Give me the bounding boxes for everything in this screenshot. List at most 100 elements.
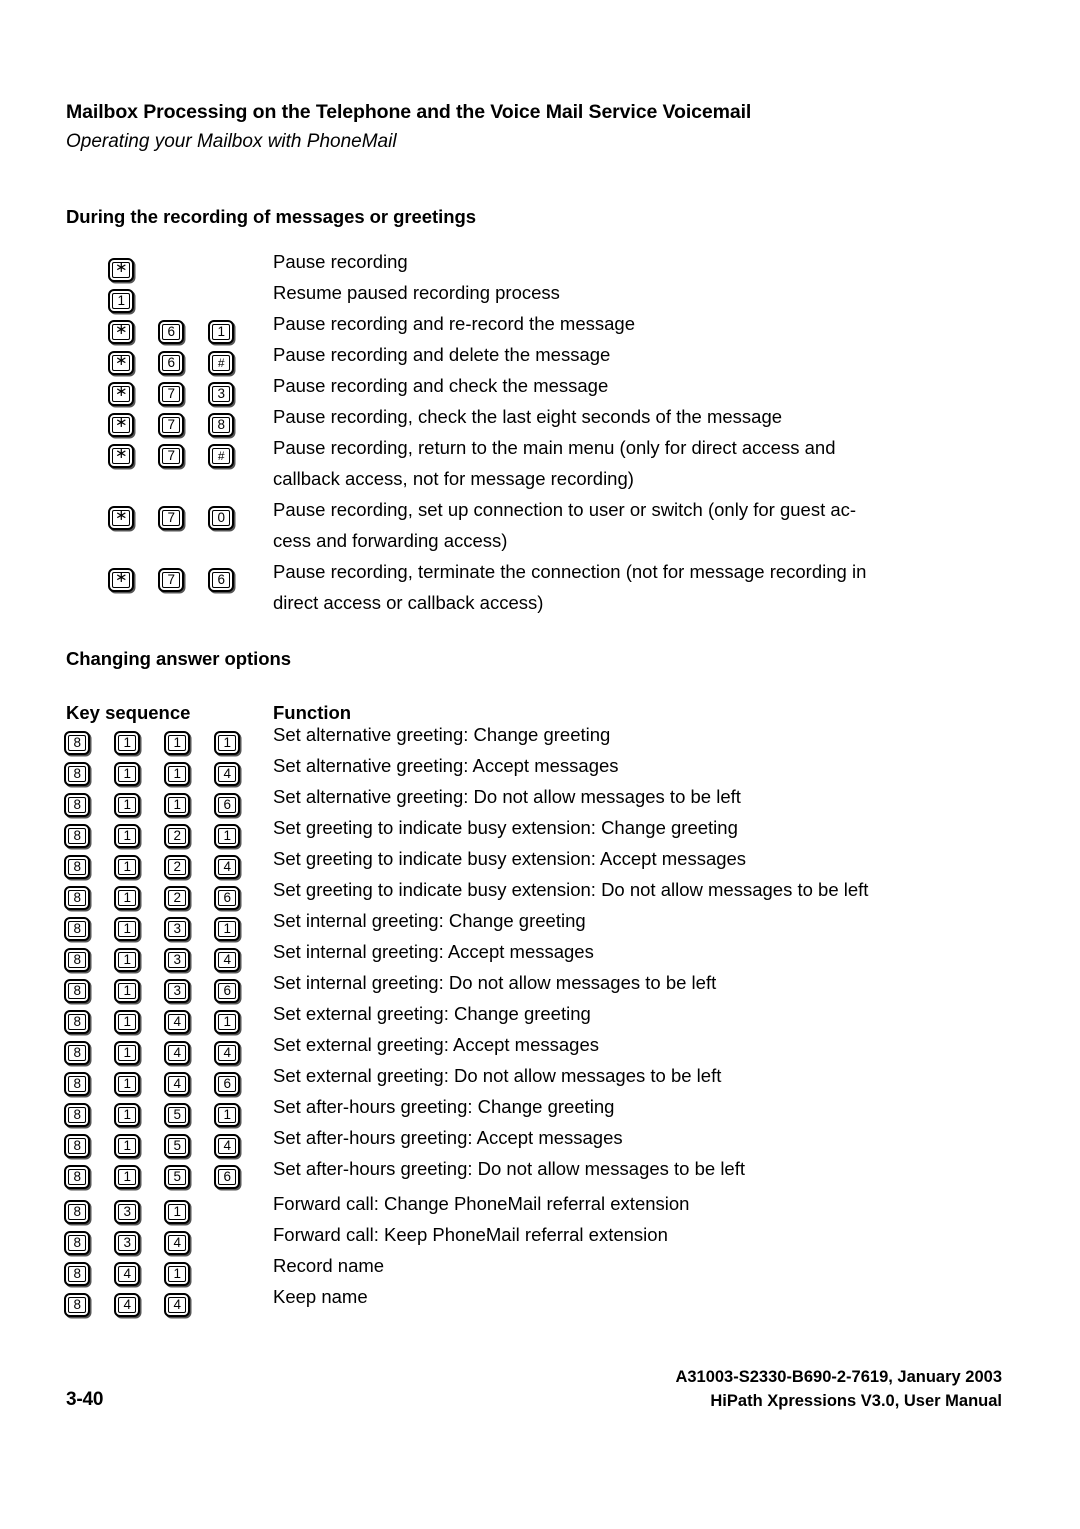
key-5-icon: 5 [164,1134,190,1158]
page-header-subtitle: Operating your Mailbox with PhoneMail [66,131,397,152]
table-row-function: Set internal greeting: Change greeting [273,910,586,931]
key-glyph: 8 [68,859,86,875]
key-star-icon: ∗ [108,413,134,437]
key-6-icon: 6 [158,320,184,344]
key-glyph: 2 [168,828,186,844]
key-glyph: 7 [162,448,180,464]
key-glyph: 1 [118,1045,136,1061]
key-1-icon: 1 [214,1103,240,1127]
key-8-icon: 8 [64,1134,90,1158]
key-glyph: 0 [212,510,230,526]
key-glyph: 1 [118,1169,136,1185]
key-1-icon: 1 [164,1200,190,1224]
key-1-icon: 1 [214,731,240,755]
key-8-icon: 8 [64,1262,90,1286]
key-glyph: 3 [118,1204,136,1220]
recording-row-description: Pause recording and re-record the messag… [273,313,635,334]
key-glyph: 8 [68,1014,86,1030]
key-glyph: 1 [218,1014,236,1030]
key-glyph: 1 [118,828,136,844]
key-glyph: 7 [162,510,180,526]
table-row-function: Set after-hours greeting: Change greetin… [273,1096,615,1117]
key-1-icon: 1 [114,855,140,879]
key-7-icon: 7 [158,568,184,592]
key-1-icon: 1 [164,793,190,817]
key-8-icon: 8 [64,824,90,848]
key-1-icon: 1 [164,1262,190,1286]
key-1-icon: 1 [114,1165,140,1189]
key-5-icon: 5 [164,1165,190,1189]
key-3-icon: 3 [114,1200,140,1224]
key-glyph: 4 [168,1045,186,1061]
key-glyph: 8 [68,1235,86,1251]
key-glyph: 4 [218,859,236,875]
key-glyph: # [212,355,230,371]
key-6-icon: 6 [214,979,240,1003]
key-glyph: 8 [68,1138,86,1154]
key-8-icon: 8 [64,1010,90,1034]
key-1-icon: 1 [114,1072,140,1096]
key-glyph: 3 [168,983,186,999]
key-2-icon: 2 [164,886,190,910]
key-glyph: 1 [118,1138,136,1154]
key-glyph: 8 [68,952,86,968]
key-glyph: 8 [212,417,230,433]
key-1-icon: 1 [114,948,140,972]
key-6-icon: 6 [208,568,234,592]
key-glyph: 1 [118,921,136,937]
key-1-icon: 1 [114,793,140,817]
recording-row-description: Pause recording and delete the message [273,344,611,365]
key-3-icon: 3 [164,979,190,1003]
key-2-icon: 2 [164,824,190,848]
key-star-icon: ∗ [108,444,134,468]
key-3-icon: 3 [114,1231,140,1255]
key-glyph: 1 [118,859,136,875]
key-glyph: 1 [112,293,130,309]
key-glyph: 7 [162,417,180,433]
key-glyph: 1 [118,797,136,813]
key-6-icon: 6 [214,1165,240,1189]
key-glyph: 1 [118,735,136,751]
key-glyph: 6 [218,983,236,999]
key-glyph: 1 [118,1014,136,1030]
key-1-icon: 1 [114,762,140,786]
key-1-icon: 1 [164,731,190,755]
document-page: Mailbox Processing on the Telephone and … [0,0,1080,1529]
table-row-function: Set alternative greeting: Accept message… [273,755,619,776]
key-3-icon: 3 [164,917,190,941]
footer-manual-name: HiPath Xpressions V3.0, User Manual [710,1392,1002,1410]
key-glyph: 1 [168,797,186,813]
key-4-icon: 4 [214,762,240,786]
key-6-icon: 6 [214,793,240,817]
key-glyph: ∗ [112,446,130,464]
key-glyph: 6 [218,1076,236,1092]
key-2-icon: 2 [164,855,190,879]
key-8-icon: 8 [64,948,90,972]
key-4-icon: 4 [214,948,240,972]
recording-row-description: Pause recording and check the message [273,375,609,396]
key-glyph: 4 [218,1138,236,1154]
key-glyph: 1 [118,952,136,968]
key-7-icon: 7 [158,444,184,468]
recording-row-description: Resume paused recording process [273,282,560,303]
key-1-icon: 1 [114,824,140,848]
key-glyph: 8 [68,1107,86,1123]
key-4-icon: 4 [164,1010,190,1034]
key-hash-icon: # [208,444,234,468]
table-row-function: Set after-hours greeting: Accept message… [273,1127,623,1148]
key-star-icon: ∗ [108,382,134,406]
key-4-icon: 4 [164,1293,190,1317]
key-glyph: ∗ [112,322,130,340]
key-4-icon: 4 [114,1262,140,1286]
key-glyph: 1 [118,766,136,782]
key-4-icon: 4 [214,855,240,879]
key-glyph: 6 [218,890,236,906]
key-1-icon: 1 [114,917,140,941]
key-glyph: 4 [118,1266,136,1282]
table-row-function: Set internal greeting: Do not allow mess… [273,972,717,993]
key-5-icon: 5 [164,1103,190,1127]
key-1-icon: 1 [114,1041,140,1065]
key-8-icon: 8 [64,979,90,1003]
key-glyph: 5 [168,1138,186,1154]
key-8-icon: 8 [64,1231,90,1255]
